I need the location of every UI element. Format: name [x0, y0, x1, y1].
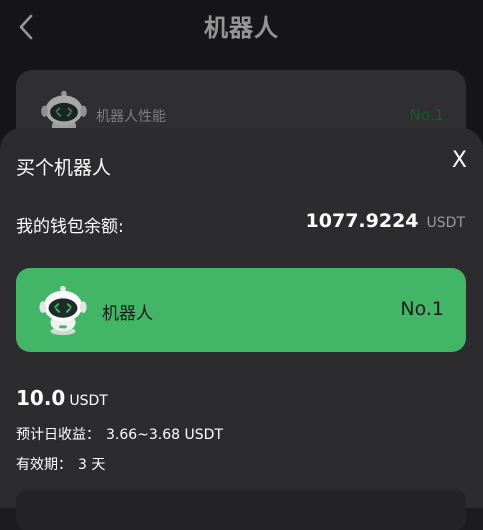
- price-unit: USDT: [69, 393, 108, 409]
- close-button[interactable]: X: [452, 150, 467, 172]
- robot-price: 10.0 USDT: [16, 386, 108, 410]
- daily-income-row: 预计日收益： 3.66~3.68 USDT: [16, 424, 223, 444]
- robot-option-card[interactable]: 机器人 No.1: [16, 268, 466, 352]
- sheet-title: 买个机器人: [16, 157, 112, 179]
- wallet-balance-value: 1077.9224: [305, 210, 419, 232]
- robot-name: 机器人: [102, 304, 153, 324]
- robot-icon: [39, 285, 87, 336]
- wallet-balance: 1077.9224 USDT: [306, 210, 465, 232]
- wallet-balance-label: 我的钱包余额:: [16, 217, 124, 237]
- wallet-balance-unit: USDT: [426, 215, 465, 231]
- robot-number: No.1: [400, 298, 444, 320]
- buy-button[interactable]: [16, 490, 466, 530]
- daily-income-label: 预计日收益：: [16, 427, 100, 443]
- validity-value: 3 天: [78, 457, 106, 473]
- validity-label: 有效期：: [16, 457, 72, 473]
- validity-row: 有效期： 3 天: [16, 454, 105, 474]
- buy-robot-sheet: 买个机器人 X 我的钱包余额: 1077.9224 USDT 机器人 No.1 1…: [0, 128, 483, 530]
- price-value: 10.0: [16, 386, 66, 410]
- daily-income-value: 3.66~3.68 USDT: [106, 427, 223, 443]
